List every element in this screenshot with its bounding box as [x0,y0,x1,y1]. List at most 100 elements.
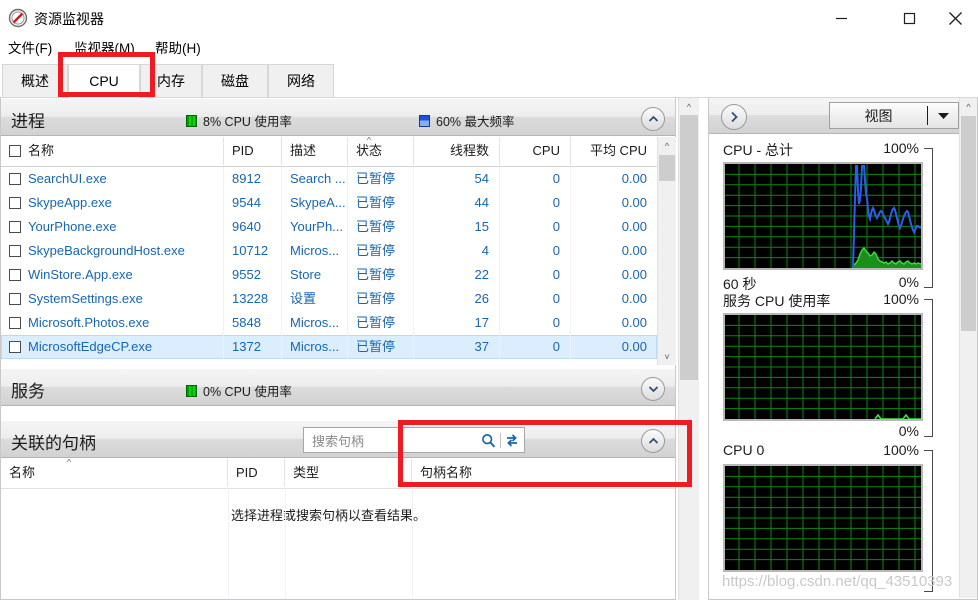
scroll-up-icon[interactable]: ^ [658,137,676,154]
table-row[interactable]: YourPhone.exe 9640 YourPh... 已暂停 15 0 0.… [1,215,657,239]
tab-disk[interactable]: 磁盘 [202,64,268,97]
watermark-text: https://blog.csdn.net/qq_43510393 [722,573,953,590]
table-row[interactable]: SkypeApp.exe 9544 SkypeA... 已暂停 44 0 0.0… [1,191,657,215]
cell-threads: 15 [414,215,500,239]
cell-description: Micros... [282,311,348,335]
processes-collapse-button[interactable] [641,107,665,131]
table-row[interactable]: SkypeBackgroundHost.exe 10712 Micros... … [1,239,657,263]
row-checkbox[interactable] [9,245,21,257]
cell-description: Micros... [282,239,348,263]
scroll-up-icon[interactable]: ^ [679,98,699,115]
handles-column-header-handle-name[interactable]: 句柄名称 [412,459,675,487]
column-header-pid[interactable]: PID [224,137,282,165]
cell-cpu: 0 [500,335,571,359]
table-row[interactable]: MicrosoftEdgeCP.exe 1372 Micros... 已暂停 3… [1,335,657,359]
column-header-name[interactable]: 名称 [1,137,224,165]
cell-status: 已暂停 [348,191,414,215]
scroll-up-icon[interactable]: ^ [960,98,977,115]
table-row[interactable]: WinStore.App.exe 9552 Store 已暂停 22 0 0.0… [1,263,657,287]
cell-status: 已暂停 [348,167,414,191]
processes-section-header[interactable]: 进程 8% CPU 使用率 60% 最大频率 [1,98,675,136]
view-button-label: 视图 [864,107,893,124]
processes-title: 进程 [11,112,45,131]
tab-overview[interactable]: 概述 [2,64,68,97]
handles-column-label-pid: PID [236,465,258,480]
cell-cpu: 0 [500,191,571,215]
right-pane-scrollbar[interactable]: ^ [959,98,977,598]
menu-bar: 文件(F) 监视器(M) 帮助(H) [0,37,978,60]
cell-pid: 13228 [224,287,282,311]
handles-column-header-type[interactable]: 类型 [285,459,412,487]
tab-network[interactable]: 网络 [268,64,334,97]
menu-item-monitor[interactable]: 监视器(M) [74,37,135,60]
scrollbar-thumb[interactable] [659,155,675,181]
right-graph-pane: 视图 CPU - 总计 100% 60 秒 0% 服务 CPU 使用率 100%… [708,98,978,600]
scrollbar-thumb[interactable] [680,115,698,380]
cell-threads: 22 [414,263,500,287]
cell-threads: 26 [414,287,500,311]
handles-collapse-button[interactable] [641,429,665,453]
column-header-avg-cpu[interactable]: 平均 CPU [571,137,657,165]
graph-scale-bracket [924,148,933,288]
graph-scale-bracket [924,450,933,592]
row-checkbox[interactable] [9,341,21,353]
cell-status: 已暂停 [348,311,414,335]
row-checkbox[interactable] [9,173,21,185]
graph-max-label: 100% [883,442,919,458]
column-header-status[interactable]: ^ 状态 [348,137,414,165]
caret-down-icon[interactable] [928,111,958,120]
cell-name: SkypeApp.exe [1,191,224,215]
menu-item-file[interactable]: 文件(F) [8,37,52,60]
row-checkbox[interactable] [9,221,21,233]
magnifier-icon[interactable] [478,431,498,450]
column-header-threads[interactable]: 线程数 [414,137,500,165]
processes-cpu-stat: 8% CPU 使用率 [186,111,292,130]
tab-cpu[interactable]: CPU [68,64,140,98]
cell-name: WinStore.App.exe [1,263,224,287]
scroll-down-icon[interactable]: ˅ [658,348,676,365]
maximize-button[interactable] [886,0,932,37]
services-expand-button[interactable] [641,377,665,401]
search-input[interactable] [310,431,489,451]
row-checkbox[interactable] [9,197,21,209]
swap-arrows-icon[interactable] [502,431,522,450]
handle-search-box[interactable] [303,427,525,453]
tab-memory[interactable]: 内存 [140,64,202,97]
close-button[interactable] [932,0,978,37]
cell-avg-cpu: 0.00 [621,315,647,330]
processes-table-scrollbar[interactable]: ^ ˅ [657,137,676,365]
handles-column-header-name[interactable]: ^ 名称 [1,459,228,487]
cell-pid: 10712 [224,239,282,263]
column-header-description[interactable]: 描述 [282,137,348,165]
cell-pid: 1372 [224,335,282,359]
right-pane-expand-button[interactable] [721,104,747,130]
column-header-cpu[interactable]: CPU [500,137,571,165]
table-row[interactable]: SystemSettings.exe 13228 设置 已暂停 26 0 0.0… [1,287,657,311]
row-checkbox[interactable] [9,269,21,281]
handles-column-header-pid[interactable]: PID [228,459,285,487]
sort-ascending-icon: ^ [366,137,372,145]
cell-description: YourPh... [282,215,348,239]
minimize-button[interactable] [818,0,864,37]
cell-name: SearchUI.exe [1,167,224,191]
column-label-description: 描述 [290,143,317,158]
view-dropdown-button[interactable]: 视图 [829,102,959,129]
cell-name: Microsoft.Photos.exe [1,311,224,335]
table-row[interactable]: SearchUI.exe 8912 Search ... 已暂停 54 0 0.… [1,167,657,191]
handles-section-header[interactable]: 关联的句柄 [1,420,675,458]
sort-ascending-icon: ^ [66,459,72,467]
handles-col-divider [228,488,229,598]
graph-scale-bracket [924,299,933,437]
green-swatch-icon [186,114,197,127]
resource-monitor-icon [8,8,28,28]
row-checkbox[interactable] [9,317,21,329]
select-all-checkbox[interactable] [9,145,21,157]
graph-min-label: 0% [898,423,919,439]
menu-item-help[interactable]: 帮助(H) [155,37,201,60]
table-row[interactable]: Microsoft.Photos.exe 5848 Micros... 已暂停 … [1,311,657,335]
scrollbar-thumb[interactable] [961,116,976,331]
row-checkbox[interactable] [9,293,21,305]
services-section-header[interactable]: 服务 0% CPU 使用率 [1,368,675,406]
column-label-pid: PID [232,143,254,158]
left-pane-scrollbar[interactable]: ^ [678,98,699,600]
